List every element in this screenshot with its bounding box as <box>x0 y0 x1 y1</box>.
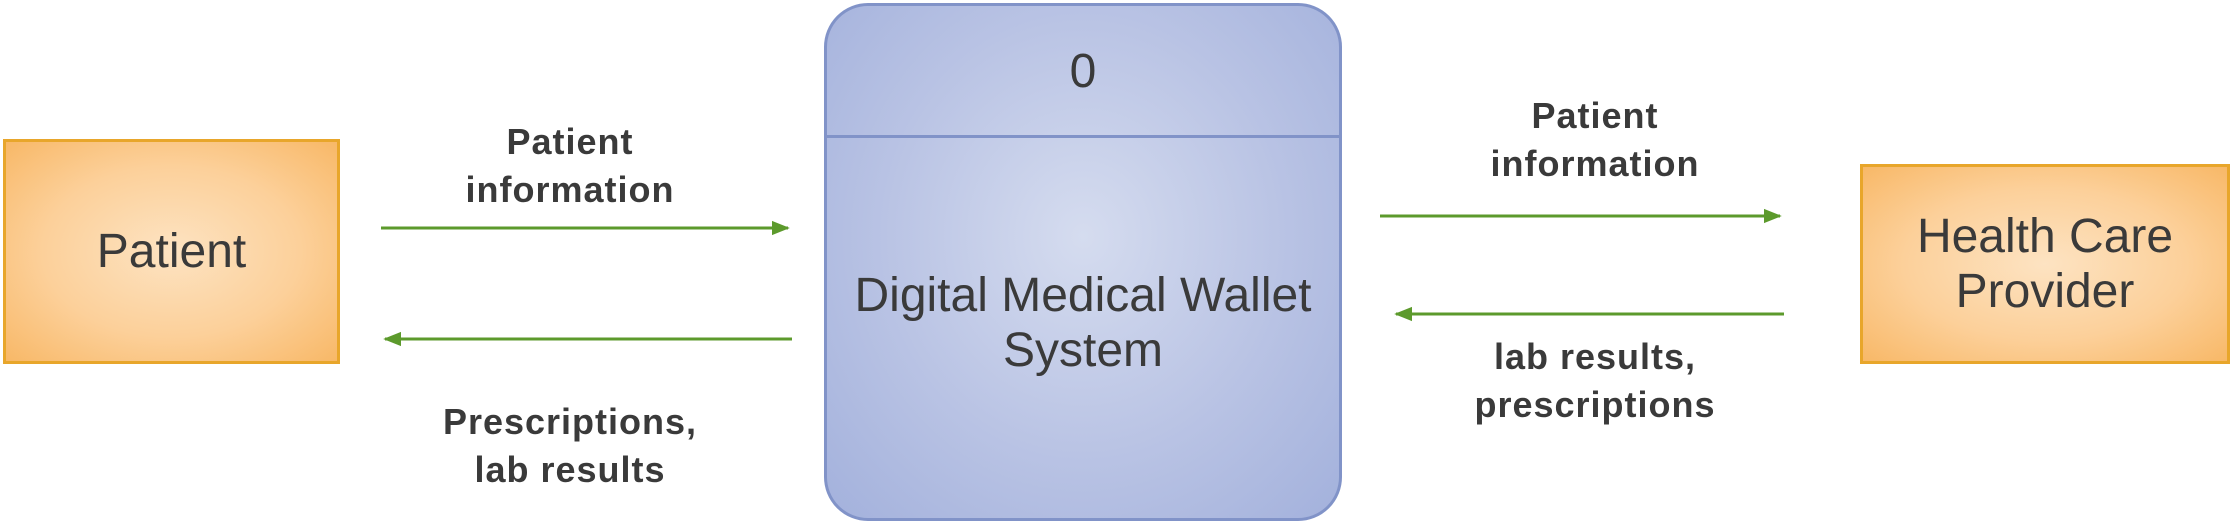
flow-label-system-to-provider: Patient information <box>1490 95 1700 184</box>
flow-label-provider-to-system: lab results, prescriptions <box>1474 336 1716 425</box>
flow-arrows <box>381 208 1784 347</box>
dfd-canvas: Patient 0 Digital Medical Wallet System … <box>0 0 2233 527</box>
flow-label-system-to-patient: Prescriptions, lab results <box>442 401 698 490</box>
flow-label-patient-to-system: Patient information <box>465 121 675 210</box>
